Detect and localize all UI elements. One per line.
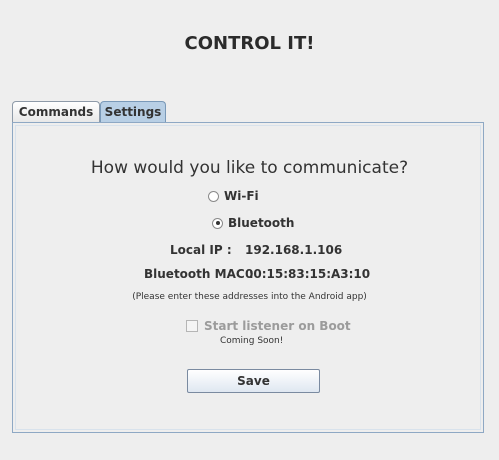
tab-settings[interactable]: Settings <box>100 101 166 122</box>
wifi-radio-button[interactable] <box>208 190 219 202</box>
local-ip-label: Local IP : <box>170 243 232 257</box>
bluetooth-radio-label: Bluetooth <box>228 216 295 230</box>
app-title: CONTROL IT! <box>184 33 315 54</box>
wifi-radio-option[interactable]: Wi-Fi <box>208 189 259 203</box>
communication-question: How would you like to communicate? <box>90 158 409 178</box>
bluetooth-radio-button[interactable] <box>212 217 223 229</box>
address-hint: (Please enter these addresses into the A… <box>132 292 367 302</box>
bluetooth-radio-option[interactable]: Bluetooth <box>212 216 294 230</box>
bluetooth-mac-value: 00:15:83:15:A3:10 <box>245 267 371 281</box>
wifi-radio-label: Wi-Fi <box>224 189 259 203</box>
coming-soon-note: Coming Soon! <box>220 336 284 346</box>
start-on-boot-option: Start listener on Boot <box>186 319 351 333</box>
start-on-boot-label: Start listener on Boot <box>204 319 351 333</box>
save-button[interactable]: Save <box>187 369 320 393</box>
bluetooth-mac-label: Bluetooth MAC : <box>144 267 254 281</box>
local-ip-value: 192.168.1.106 <box>245 243 343 257</box>
tab-commands[interactable]: Commands <box>12 101 100 122</box>
start-on-boot-checkbox <box>186 320 198 332</box>
